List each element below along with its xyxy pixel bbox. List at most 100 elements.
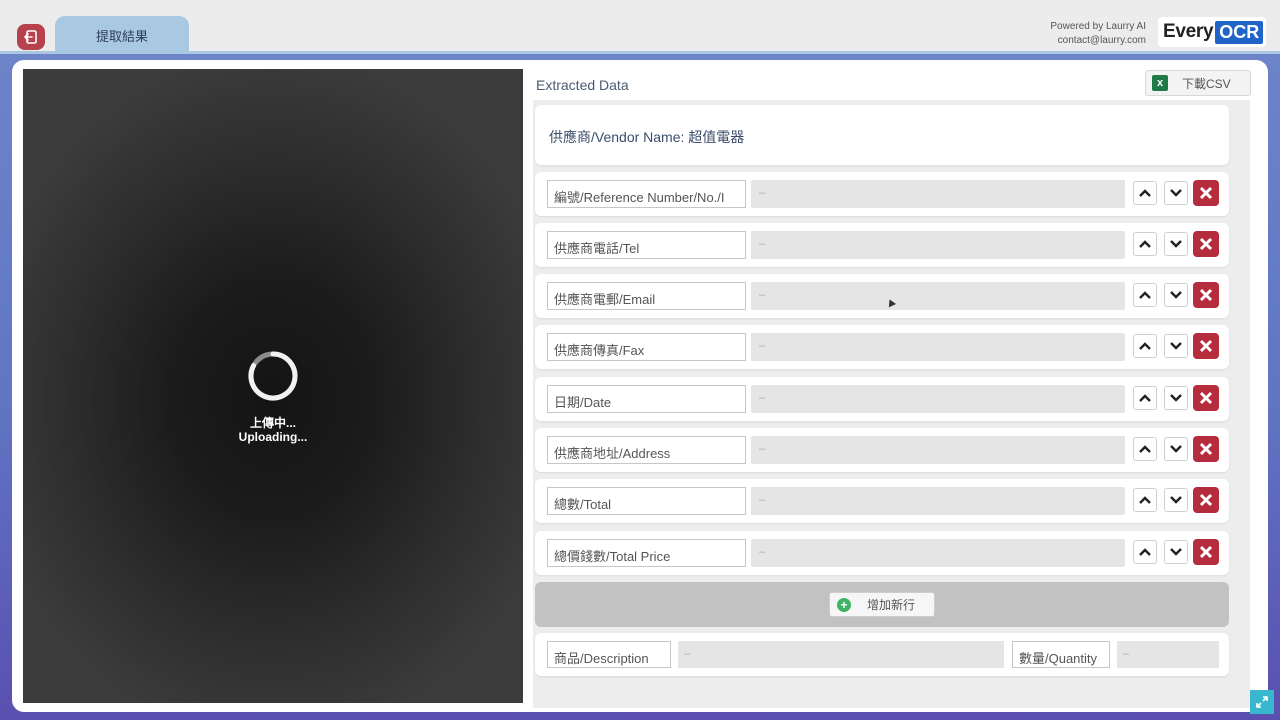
chevron-down-icon xyxy=(1170,189,1182,197)
close-icon xyxy=(1199,391,1213,405)
move-down-button[interactable] xyxy=(1164,232,1188,256)
logo-every-text: Every xyxy=(1163,21,1214,42)
close-icon xyxy=(1199,545,1213,559)
quantity-label-input[interactable]: 數量/Quantity xyxy=(1012,641,1110,668)
move-down-button[interactable] xyxy=(1164,181,1188,205)
vendor-name-card: 供應商/Vendor Name: 超值電器 xyxy=(535,105,1229,165)
field-row: 編號/Reference Number/No./I – xyxy=(535,172,1229,216)
delete-row-button[interactable] xyxy=(1193,539,1219,565)
move-down-button[interactable] xyxy=(1164,283,1188,307)
field-label-input[interactable]: 供應商傳真/Fax xyxy=(547,333,746,361)
chevron-up-icon xyxy=(1139,291,1151,299)
spinner-icon xyxy=(248,351,298,401)
chevron-up-icon xyxy=(1139,394,1151,402)
exit-button[interactable] xyxy=(17,24,45,50)
field-label-input[interactable]: 供應商電話/Tel xyxy=(547,231,746,259)
move-up-button[interactable] xyxy=(1133,437,1157,461)
add-new-row-label: 增加新行 xyxy=(867,598,916,612)
expand-button[interactable] xyxy=(1250,690,1274,714)
move-up-button[interactable] xyxy=(1133,334,1157,358)
field-row: 供應商地址/Address – xyxy=(535,428,1229,472)
field-row: 供應商電郵/Email – xyxy=(535,274,1229,318)
field-label-input[interactable]: 供應商地址/Address xyxy=(547,436,746,464)
move-up-button[interactable] xyxy=(1133,386,1157,410)
field-value-input[interactable]: – xyxy=(751,180,1125,208)
field-label-input[interactable]: 總數/Total xyxy=(547,487,746,515)
close-icon xyxy=(1199,237,1213,251)
move-up-button[interactable] xyxy=(1133,488,1157,512)
move-down-button[interactable] xyxy=(1164,540,1188,564)
extracted-data-title: Extracted Data xyxy=(536,77,629,93)
close-icon xyxy=(1199,339,1213,353)
chevron-up-icon xyxy=(1139,548,1151,556)
move-down-button[interactable] xyxy=(1164,334,1188,358)
chevron-down-icon xyxy=(1170,291,1182,299)
exit-icon xyxy=(24,30,37,44)
field-row: 日期/Date – xyxy=(535,377,1229,421)
download-csv-button[interactable]: x 下載CSV xyxy=(1145,70,1251,96)
top-bar: 提取結果 Powered by Laurry AI contact@laurry… xyxy=(0,0,1280,54)
field-value-input[interactable]: – xyxy=(751,487,1125,515)
delete-row-button[interactable] xyxy=(1193,487,1219,513)
upload-status-en: Uploading... xyxy=(238,430,308,444)
description-label-input[interactable]: 商品/Description xyxy=(547,641,671,668)
field-label-input[interactable]: 總價錢數/Total Price xyxy=(547,539,746,567)
delete-row-button[interactable] xyxy=(1193,436,1219,462)
move-down-button[interactable] xyxy=(1164,386,1188,410)
move-up-button[interactable] xyxy=(1133,540,1157,564)
close-icon xyxy=(1199,442,1213,456)
plus-icon: + xyxy=(837,597,851,612)
chevron-down-icon xyxy=(1170,496,1182,504)
move-down-button[interactable] xyxy=(1164,488,1188,512)
chevron-up-icon xyxy=(1139,240,1151,248)
field-label-input[interactable]: 日期/Date xyxy=(547,385,746,413)
powered-by-text: Powered by Laurry AI xyxy=(1050,21,1146,32)
field-row: 供應商傳真/Fax – xyxy=(535,325,1229,369)
field-row: 總價錢數/Total Price – xyxy=(535,531,1229,575)
field-value-input[interactable]: – xyxy=(751,539,1125,567)
move-up-button[interactable] xyxy=(1133,283,1157,307)
contact-email: contact@laurry.com xyxy=(1057,35,1146,46)
delete-row-button[interactable] xyxy=(1193,180,1219,206)
move-up-button[interactable] xyxy=(1133,181,1157,205)
delete-row-button[interactable] xyxy=(1193,385,1219,411)
field-label-input[interactable]: 供應商電郵/Email xyxy=(547,282,746,310)
quantity-value-input[interactable]: – xyxy=(1117,641,1219,668)
chevron-up-icon xyxy=(1139,342,1151,350)
chevron-down-icon xyxy=(1170,240,1182,248)
close-icon xyxy=(1199,288,1213,302)
field-row: 總數/Total – xyxy=(535,479,1229,523)
excel-icon: x xyxy=(1152,75,1168,91)
field-row: 供應商電話/Tel – xyxy=(535,223,1229,267)
app-logo: Every OCR xyxy=(1158,17,1266,47)
field-value-input[interactable]: – xyxy=(751,436,1125,464)
close-icon xyxy=(1199,493,1213,507)
line-item-row: 商品/Description – 數量/Quantity – xyxy=(535,633,1229,676)
chevron-down-icon xyxy=(1170,548,1182,556)
add-row-bar: + 增加新行 xyxy=(535,582,1229,627)
chevron-up-icon xyxy=(1139,445,1151,453)
add-new-row-button[interactable]: + 增加新行 xyxy=(829,592,935,617)
tab-extraction-results[interactable]: 提取結果 xyxy=(55,16,189,54)
move-up-button[interactable] xyxy=(1133,232,1157,256)
logo-ocr-text: OCR xyxy=(1215,20,1264,44)
delete-row-button[interactable] xyxy=(1193,231,1219,257)
move-down-button[interactable] xyxy=(1164,437,1188,461)
expand-icon xyxy=(1256,696,1268,708)
field-value-input[interactable]: – xyxy=(751,385,1125,413)
delete-row-button[interactable] xyxy=(1193,333,1219,359)
field-label-input[interactable]: 編號/Reference Number/No./I xyxy=(547,180,746,208)
chevron-up-icon xyxy=(1139,496,1151,504)
powered-by-info: Powered by Laurry AI contact@laurry.com xyxy=(1050,20,1146,48)
field-value-input[interactable]: – xyxy=(751,282,1125,310)
field-value-input[interactable]: – xyxy=(751,333,1125,361)
field-value-input[interactable]: – xyxy=(751,231,1125,259)
chevron-down-icon xyxy=(1170,394,1182,402)
description-value-input[interactable]: – xyxy=(678,641,1004,668)
vendor-name-text: 供應商/Vendor Name: 超值電器 xyxy=(549,129,745,145)
delete-row-button[interactable] xyxy=(1193,282,1219,308)
close-icon xyxy=(1199,186,1213,200)
chevron-down-icon xyxy=(1170,342,1182,350)
upload-status-zh: 上傳中... xyxy=(249,416,296,430)
chevron-down-icon xyxy=(1170,445,1182,453)
